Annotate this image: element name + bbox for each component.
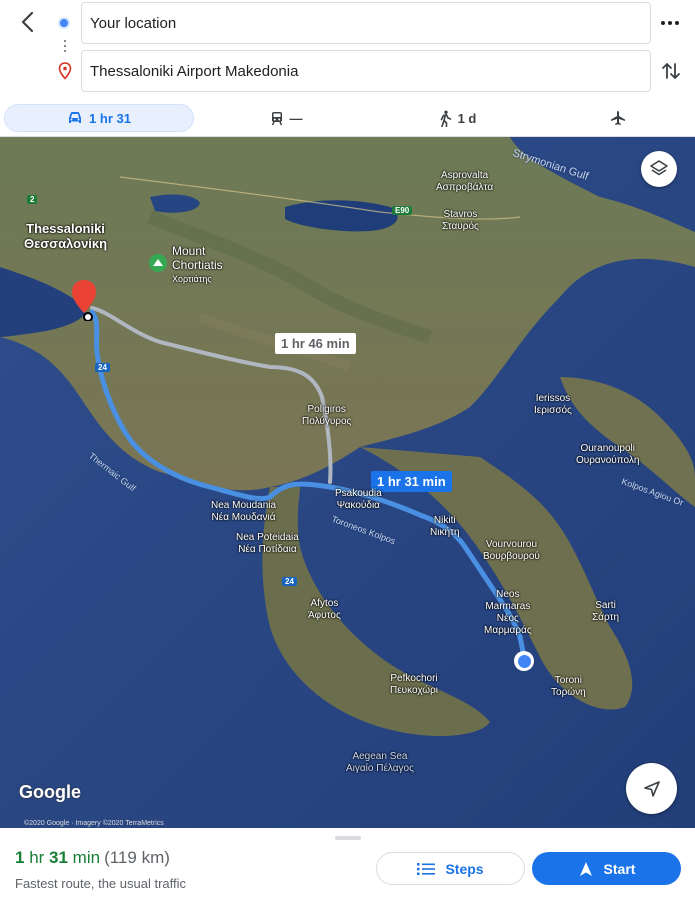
eta-summary: 1 hr 31 min (119 km) xyxy=(15,848,170,868)
road-sign-e90: E90 xyxy=(392,206,413,215)
train-icon xyxy=(271,111,282,125)
airplane-icon xyxy=(611,111,625,125)
place-label: Nea Poteidaia Νέα Ποτίδαια xyxy=(236,532,299,555)
place-label: Toroni Τορώνη xyxy=(551,675,586,698)
layers-button[interactable] xyxy=(641,151,677,187)
travel-mode-tabs: 1 hr 31 — 1 d xyxy=(0,102,695,134)
tab-flight[interactable] xyxy=(604,104,632,132)
start-button[interactable]: Start xyxy=(532,852,681,885)
origin-dot-icon xyxy=(58,17,70,29)
more-options-icon[interactable] xyxy=(658,12,682,34)
eta-hr-unit: hr xyxy=(24,848,50,867)
walk-icon xyxy=(440,110,451,127)
map-view[interactable]: E90 24 24 2 1 hr 46 min 1 hr 31 min Thes… xyxy=(0,137,695,828)
place-label: Sarti Σάρτη xyxy=(592,600,620,623)
place-label: Ouranoupoli Ουρανούπολη xyxy=(576,443,640,466)
destination-pin-icon xyxy=(58,62,72,80)
tab-walk-label: 1 d xyxy=(457,110,477,126)
place-label: Thessaloniki Θεσσαλονίκη xyxy=(24,221,108,251)
sheet-drag-handle[interactable] xyxy=(335,836,361,840)
tab-drive[interactable]: 1 hr 31 xyxy=(4,104,194,132)
main-route-time[interactable]: 1 hr 31 min xyxy=(371,471,452,492)
place-label: Stavros Σταυρός xyxy=(442,209,479,232)
sea-label: Aegean Sea Αιγαίο Πέλαγος xyxy=(346,751,414,774)
tab-transit-label: — xyxy=(289,110,303,126)
place-label: Asprovalta Ασπροβάλτα xyxy=(436,170,494,193)
back-arrow-icon[interactable] xyxy=(14,8,42,36)
steps-button[interactable]: Steps xyxy=(376,852,525,885)
directions-screen: Your location Thessaloniki Airport Maked… xyxy=(0,0,695,900)
place-label: Poligiros Πολύγυρος xyxy=(302,404,352,427)
eta-minutes: 31 xyxy=(49,848,68,867)
mountain-icon xyxy=(149,254,167,272)
navigation-arrow-icon xyxy=(643,780,660,797)
map-copyright: ©2020 Google · Imagery ©2020 TerraMetric… xyxy=(24,820,164,827)
place-label: Nea Moudania Νέα Μουδανιά xyxy=(211,500,277,523)
destination-marker-icon[interactable] xyxy=(71,279,97,321)
tab-transit[interactable]: — xyxy=(262,104,310,132)
road-sign-24: 24 xyxy=(282,577,297,586)
place-label: Neos Marmaras Νέος Μαρμαράς xyxy=(484,589,532,636)
origin-field[interactable]: Your location xyxy=(81,2,651,44)
list-icon xyxy=(417,862,436,875)
layers-icon xyxy=(650,160,668,176)
place-label: Pefkochori Πευκοχώρι xyxy=(390,673,439,696)
route-summary-sheet: 1 hr 31 min (119 km) Fastest route, the u… xyxy=(0,828,695,900)
google-logo: Google xyxy=(19,782,81,802)
steps-label: Steps xyxy=(445,860,484,877)
alt-route-time[interactable]: 1 hr 46 min xyxy=(275,333,356,354)
place-label: Nikiti Νικήτη xyxy=(430,515,460,538)
swap-icon[interactable] xyxy=(658,58,684,84)
start-label: Start xyxy=(603,860,636,877)
tab-walk[interactable]: 1 d xyxy=(432,104,482,132)
route-description: Fastest route, the usual traffic xyxy=(15,876,187,891)
recenter-button[interactable] xyxy=(626,763,677,814)
destination-field[interactable]: Thessaloniki Airport Makedonia xyxy=(81,50,651,92)
road-sign-24: 24 xyxy=(95,363,110,372)
place-label: Afytos Άφυτος xyxy=(308,598,341,621)
place-label: Vourvourou Βουρβουρού xyxy=(483,539,540,562)
navigation-icon xyxy=(579,861,592,876)
route-distance: (119 km) xyxy=(104,848,170,867)
origin-marker-icon[interactable] xyxy=(514,651,534,671)
eta-min-unit: min xyxy=(67,848,101,867)
route-connector-icon xyxy=(64,40,66,54)
place-label: Psakoudia Ψακούδια xyxy=(335,488,382,511)
tab-drive-label: 1 hr 31 xyxy=(89,110,131,126)
place-label: Ierissos Ιερισσός xyxy=(534,393,572,416)
car-icon xyxy=(69,112,82,123)
place-label: Mount Chortiatis Χορτιάτης xyxy=(172,244,223,284)
road-sign-2: 2 xyxy=(27,195,38,204)
